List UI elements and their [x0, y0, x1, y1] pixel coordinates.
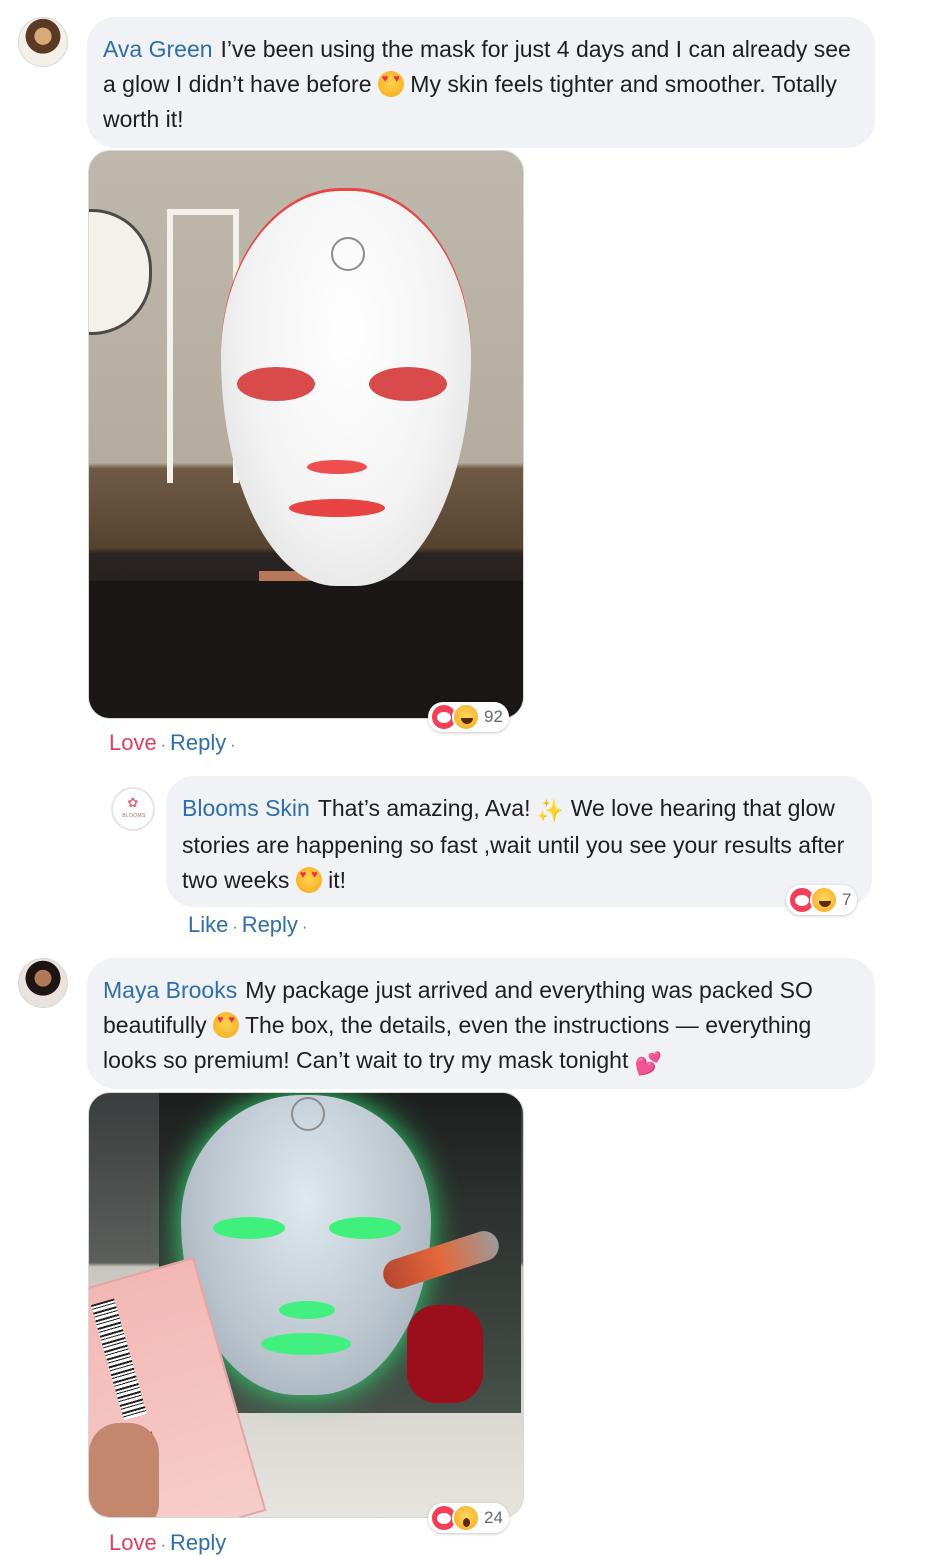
comment-actions: Love · Reply ·: [109, 730, 236, 755]
comment-bubble-ava: Ava Green I’ve been using the mask for ju…: [87, 17, 875, 148]
avatar-maya-brooks[interactable]: [18, 958, 68, 1008]
reply-button[interactable]: Reply: [170, 730, 226, 755]
like-button[interactable]: Like: [188, 912, 228, 937]
comment-actions: Like · Reply ·: [188, 912, 308, 937]
mask-logo-icon: [331, 237, 365, 271]
comment-bubble-blooms: Blooms Skin That’s amazing, Ava! ✨ We lov…: [166, 776, 872, 907]
heart-eyes-emoji-icon: [377, 71, 404, 97]
comment-photo-mask-green[interactable]: 5IN1: [88, 1092, 524, 1518]
mask-eye-left: [213, 1217, 285, 1239]
sparkles-emoji-icon: ✨: [536, 798, 565, 823]
avatar-blooms-skin[interactable]: ✿ BLOOMS: [111, 787, 155, 831]
reaction-count: 24: [484, 1508, 503, 1527]
comment-photo-mask-red[interactable]: [88, 150, 524, 719]
haha-reaction-icon: [452, 703, 480, 731]
mask-eye-right: [329, 1217, 401, 1239]
reaction-summary[interactable]: 92: [428, 702, 509, 732]
comment-text: it!: [328, 867, 347, 893]
mask-nose-light: [307, 460, 367, 474]
hand: [89, 1423, 159, 1517]
mask-mouth-light: [289, 499, 385, 517]
avatar-ava-green[interactable]: [18, 17, 68, 67]
reaction-count: 92: [484, 707, 503, 726]
mask-eye-right: [369, 367, 447, 401]
two-hearts-emoji-icon: 💕: [634, 1051, 663, 1076]
comment-text: The box, the details, even the instructi…: [103, 1012, 812, 1073]
reaction-summary[interactable]: 7: [786, 885, 858, 915]
barcode: [90, 1298, 148, 1421]
author-name[interactable]: Ava Green: [103, 36, 213, 62]
black-shirt: [89, 581, 523, 718]
mask-eye-left: [237, 367, 315, 401]
wall-clock: [89, 209, 152, 335]
neck-device-body: [407, 1305, 483, 1403]
haha-reaction-icon: [810, 886, 838, 914]
brand-logo-text: BLOOMS: [122, 813, 146, 819]
reaction-count: 7: [842, 890, 852, 909]
mask-nose-light: [279, 1301, 335, 1319]
wow-reaction-icon: [452, 1504, 480, 1532]
flower-logo-icon: ✿: [127, 795, 139, 810]
heart-eyes-emoji-icon: [212, 1012, 239, 1038]
comment-bubble-maya: Maya Brooks My package just arrived and e…: [87, 958, 875, 1089]
mask-mouth-light: [261, 1333, 351, 1355]
reply-button[interactable]: Reply: [242, 912, 298, 937]
comment-text: That’s amazing, Ava!: [317, 795, 531, 821]
mask-logo-icon: [291, 1097, 325, 1131]
author-name[interactable]: Blooms Skin: [182, 795, 310, 821]
love-button[interactable]: Love: [109, 730, 157, 755]
comment-actions: Love · Reply: [109, 1530, 227, 1555]
reaction-summary[interactable]: 24: [428, 1503, 509, 1533]
author-name[interactable]: Maya Brooks: [103, 977, 237, 1003]
heart-eyes-emoji-icon: [295, 867, 322, 893]
